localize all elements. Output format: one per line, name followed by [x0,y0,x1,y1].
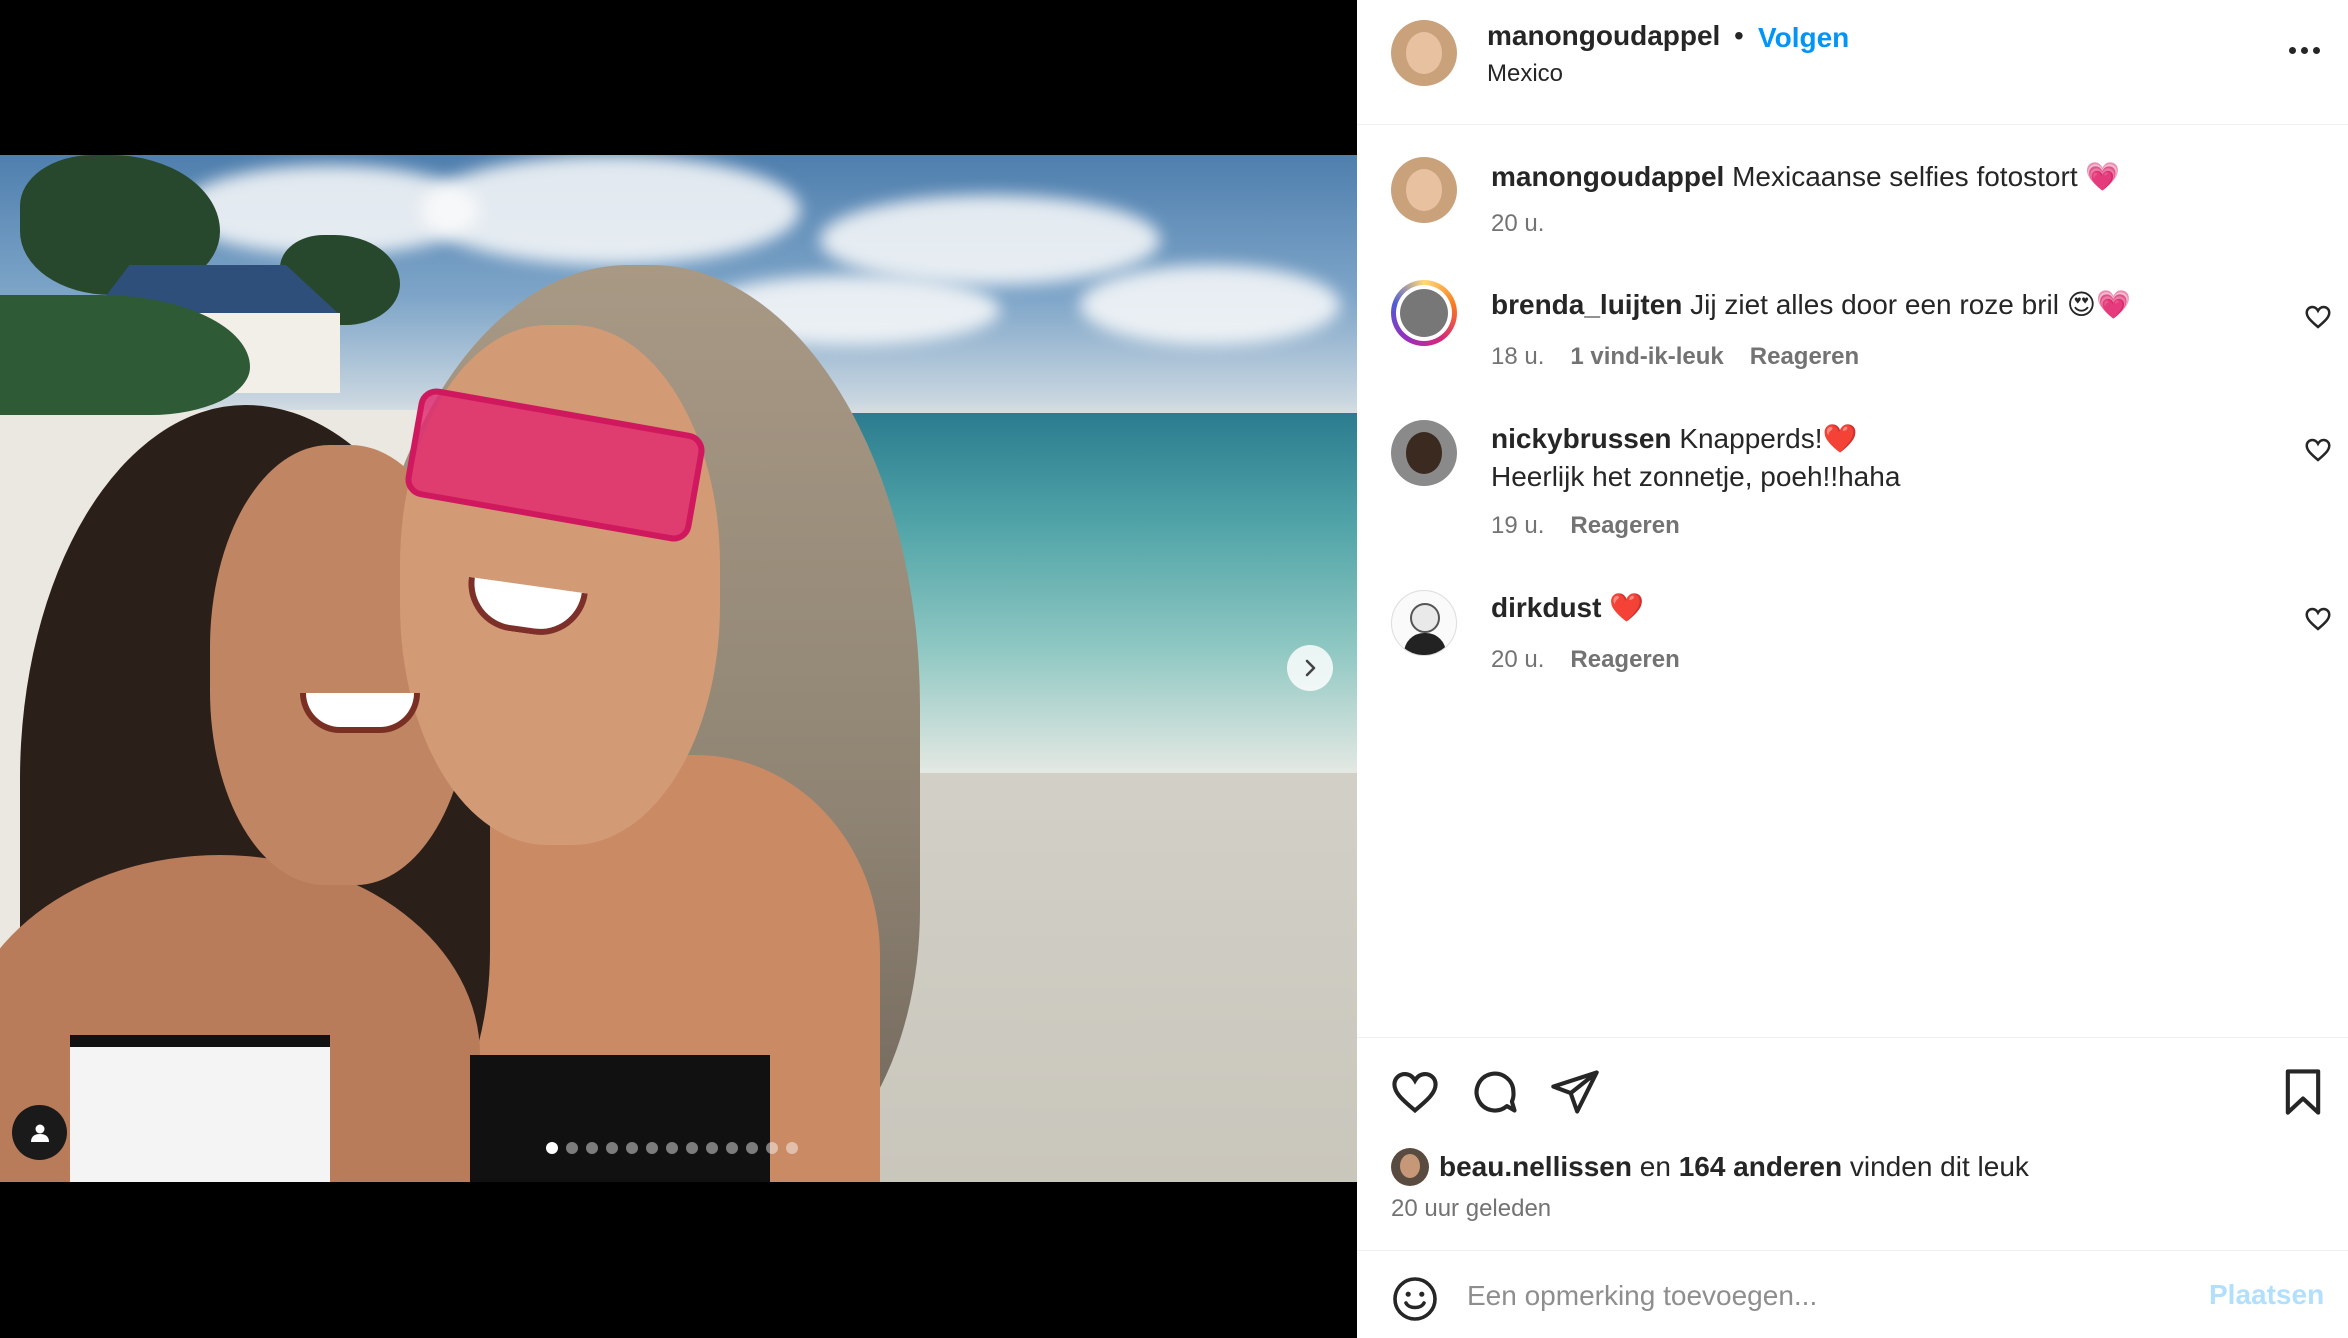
comment-emoji: ❤️ [1822,422,1858,455]
comment-heart-icon[interactable] [2303,435,2333,465]
bookmark-icon[interactable] [2277,1066,2329,1118]
user-tag-button[interactable] [12,1105,67,1160]
likes-summary: beau.nellissen en 164 anderen vinden dit… [1391,1148,2029,1186]
comment-heart-icon[interactable] [2303,302,2333,332]
chevron-right-icon [1305,659,1316,677]
comment-avatar[interactable] [1391,420,1457,486]
caption-meta: 20 u. [1491,210,1544,238]
carousel-dot [586,1142,598,1154]
comment-username[interactable]: brenda_luijten [1491,289,1682,320]
post-photo[interactable] [0,155,1357,1182]
comment-avatar[interactable] [1391,280,1457,346]
post-media [0,0,1357,1338]
caption-avatar[interactable] [1391,157,1457,223]
reply-button[interactable]: Reageren [1750,343,1859,371]
carousel-dot [766,1142,778,1154]
comment-username[interactable]: nickybrussen [1491,423,1672,454]
carousel-dot [726,1142,738,1154]
comment-meta: 18 u. 1 vind-ik-leuk Reageren [1491,343,1859,371]
carousel-dot [706,1142,718,1154]
heart-icon[interactable] [1389,1066,1441,1118]
reply-button[interactable]: Reageren [1570,512,1679,540]
caption: manongoudappel Mexicaanse selfies fotost… [1491,158,2120,196]
comment-meta: 19 u. Reageren [1491,512,1680,540]
carousel-dot [546,1142,558,1154]
likes-connector: en [1639,1151,1671,1182]
author-username[interactable]: manongoudappel [1487,20,1720,52]
liker-avatar[interactable] [1391,1148,1429,1186]
post-time[interactable]: 20 uur geleden [1391,1195,1551,1223]
likes-others[interactable]: 164 anderen [1679,1151,1842,1182]
carousel-dot [626,1142,638,1154]
comment-time[interactable]: 19 u. [1491,512,1544,540]
comment-username[interactable]: dirkdust [1491,592,1601,623]
follow-button[interactable]: Volgen [1758,22,1849,54]
comment-meta: 20 u. Reageren [1491,646,1680,674]
share-icon[interactable] [1549,1066,1601,1118]
carousel-dot [606,1142,618,1154]
user-tag-icon [30,1124,49,1142]
comment-icon[interactable] [1469,1066,1521,1118]
carousel-dot [686,1142,698,1154]
caption-time[interactable]: 20 u. [1491,210,1544,238]
comment: brenda_luijten Jij ziet alles door een r… [1491,286,2131,324]
caption-text: Mexicaanse selfies fotostort [1732,161,2078,192]
comment-text: Knapperds! [1679,423,1823,454]
post-location[interactable]: Mexico [1487,60,1563,88]
comment-heart-icon[interactable] [2303,604,2333,634]
comment-avatar[interactable] [1391,590,1457,656]
more-options-icon[interactable] [2279,30,2329,70]
carousel-dot [746,1142,758,1154]
emoji-icon[interactable] [1391,1275,1439,1323]
comment: dirkdust ❤️ [1491,589,1644,627]
separator-dot: • [1734,20,1744,51]
caption-emoji: 💗 [2085,160,2121,193]
comment-input[interactable] [1467,1271,2167,1321]
post-comment-button[interactable]: Plaatsen [2209,1279,2324,1311]
comment-text: Jij ziet alles door een roze bril [1690,289,2059,320]
likes-suffix: vinden dit leuk [1849,1151,2029,1182]
post-actions: beau.nellissen en 164 anderen vinden dit… [1357,1037,2348,1252]
post-header: manongoudappel • Volgen Mexico [1357,0,2348,125]
author-avatar[interactable] [1391,20,1457,86]
carousel-next-button[interactable] [1287,645,1333,691]
carousel-dot [646,1142,658,1154]
carousel-dot [666,1142,678,1154]
reply-button[interactable]: Reageren [1570,646,1679,674]
liker-username[interactable]: beau.nellissen [1439,1151,1632,1182]
comment-composer: Plaatsen [1357,1250,2348,1338]
comment-emoji: 😍💗 [2066,288,2131,321]
carousel-indicator [546,1142,798,1154]
post-panel: manongoudappel • Volgen Mexico manongoud… [1357,0,2348,1338]
comment: nickybrussen Knapperds!❤️ Heerlijk het z… [1491,420,1900,496]
comment-likes[interactable]: 1 vind-ik-leuk [1570,343,1723,371]
comment-emoji: ❤️ [1609,591,1645,624]
carousel-dot [786,1142,798,1154]
comment-text-line2: Heerlijk het zonnetje, poeh!!haha [1491,461,1901,492]
comment-time[interactable]: 18 u. [1491,343,1544,371]
carousel-dot [566,1142,578,1154]
caption-username[interactable]: manongoudappel [1491,161,1724,192]
comment-time[interactable]: 20 u. [1491,646,1544,674]
